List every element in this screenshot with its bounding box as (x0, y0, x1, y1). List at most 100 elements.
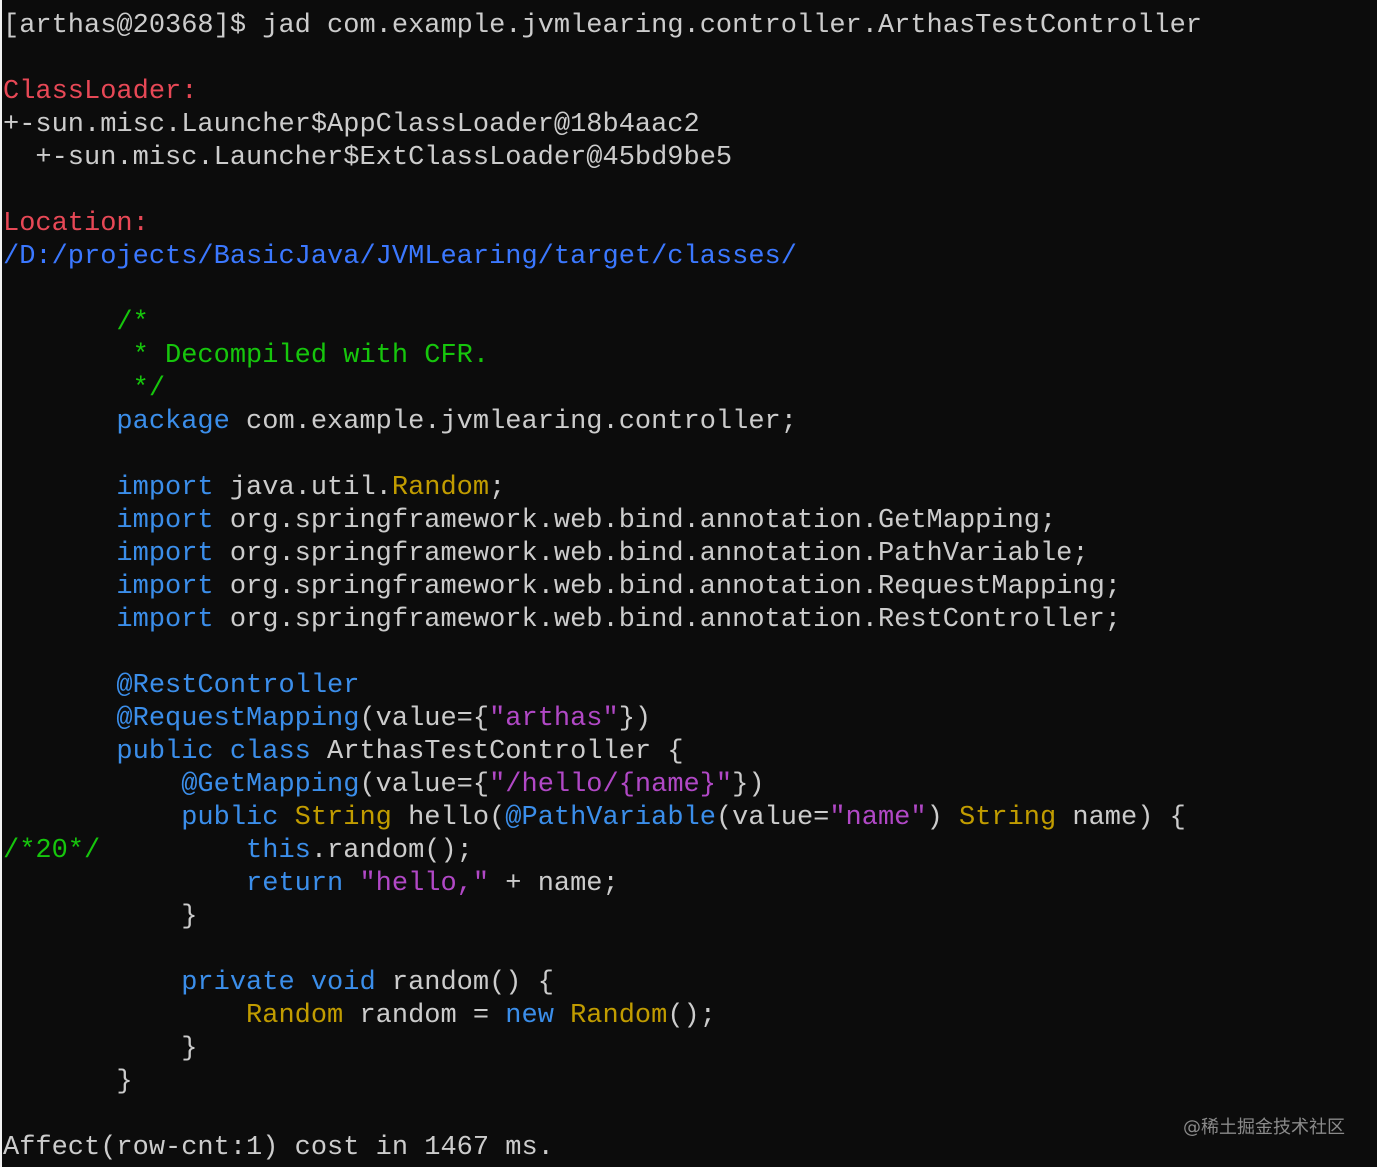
annotation-args: }) (618, 704, 652, 734)
code-import-4: import org.springframework.web.bind.anno… (0, 571, 1377, 604)
param-name: name) { (1056, 803, 1186, 833)
string-literal: "name" (829, 803, 927, 833)
keyword-public: public (181, 803, 279, 833)
classloader-label-text: ClassLoader: (3, 77, 198, 107)
prompt-prefix: [arthas@20368]$ (3, 11, 263, 41)
code-comment-close: */ (0, 373, 1377, 406)
keyword-return: return (246, 869, 344, 899)
result-text: Affect(row-cnt:1) cost in 1467 ms. (3, 1133, 554, 1163)
code-comment-open: /* (0, 307, 1377, 340)
prompt-line: [arthas@20368]$ jad com.example.jvmleari… (0, 10, 1377, 43)
method-name: hello( (391, 803, 506, 833)
string-literal: "arthas" (489, 704, 619, 734)
location-label: Location: (0, 208, 1377, 241)
variable-name: random = (343, 1001, 506, 1031)
result-line: Affect(row-cnt:1) cost in 1467 ms. (0, 1132, 1377, 1165)
code-this-random: /*20*/ this.random(); (0, 835, 1377, 868)
classloader-line-1: +-sun.misc.Launcher$AppClassLoader@18b4a… (0, 109, 1377, 142)
brace: } (116, 1067, 133, 1097)
location-path-text: /D:/projects/BasicJava/JVMLearing/target… (3, 242, 797, 272)
location-path: /D:/projects/BasicJava/JVMLearing/target… (0, 241, 1377, 274)
code-package: package com.example.jvmlearing.controlle… (0, 406, 1377, 439)
keyword-class: class (229, 737, 311, 767)
keyword-public: public (116, 737, 214, 767)
constructor-call: (); (667, 1001, 716, 1031)
brace: } (181, 902, 198, 932)
type-random: Random (570, 1001, 668, 1031)
import-path: java.util. (213, 473, 392, 503)
keyword-new: new (505, 1001, 554, 1031)
code-annotation-rest: @RestController (0, 670, 1377, 703)
annotation-args: (value={ (359, 704, 490, 734)
comment-open-text: /* (116, 308, 149, 338)
keyword-this: this (246, 836, 311, 866)
code-annotation-reqmap: @RequestMapping(value={"arthas"}) (0, 703, 1377, 736)
code-brace-close: } (0, 1033, 1377, 1066)
classloader-label: ClassLoader: (0, 76, 1377, 109)
classloader-line-2: +-sun.misc.Launcher$ExtClassLoader@45bd9… (0, 142, 1377, 175)
import-path: org.springframework.web.bind.annotation.… (213, 572, 1121, 602)
code-return: return "hello," + name; (0, 868, 1377, 901)
code-annotation-getmap: @GetMapping(value={"/hello/{name}"}) (0, 769, 1377, 802)
annotation-rest-controller: @RestController (116, 671, 360, 701)
type-string: String (294, 803, 392, 833)
terminal-window[interactable]: [arthas@20368]$ jad com.example.jvmleari… (0, 0, 1377, 1167)
code-comment-body: * Decompiled with CFR. (0, 340, 1377, 373)
code-method-random: private void random() { (0, 967, 1377, 1000)
watermark: @稀土掘金技术社区 (1183, 1117, 1345, 1138)
code-method-hello: public String hello(@PathVariable(value=… (0, 802, 1377, 835)
location-label-text: Location: (3, 209, 149, 239)
string-literal: "hello," (359, 869, 490, 899)
code-import-3: import org.springframework.web.bind.anno… (0, 538, 1377, 571)
import-path: org.springframework.web.bind.annotation.… (213, 506, 1057, 536)
code-import-5: import org.springframework.web.bind.anno… (0, 604, 1377, 637)
method-call: .random(); (310, 836, 473, 866)
method-name: random() { (375, 968, 554, 998)
semicolon: ; (489, 473, 506, 503)
annotation-get-mapping: @GetMapping (181, 770, 360, 800)
code-brace-close: } (0, 901, 1377, 934)
annotation-request-mapping: @RequestMapping (116, 704, 360, 734)
window-edge (0, 0, 2, 1167)
keyword-private: private (181, 968, 295, 998)
code-class-decl: public class ArthasTestController { (0, 736, 1377, 769)
annotation-args: }) (732, 770, 765, 800)
import-path: org.springframework.web.bind.annotation.… (213, 605, 1121, 635)
annotation-args: (value={ (359, 770, 490, 800)
return-expression: + name; (489, 869, 619, 899)
keyword-package: package (116, 407, 230, 437)
package-name: com.example.jvmlearing.controller; (229, 407, 797, 437)
command-text: jad com.example.jvmlearing.controller.Ar… (262, 11, 1203, 41)
code-brace-close-class: } (0, 1066, 1377, 1099)
classloader-line-2-text: +-sun.misc.Launcher$ExtClassLoader@45bd9… (3, 143, 733, 173)
string-literal: "/hello/{name}" (489, 770, 733, 800)
keyword-import: import (116, 572, 214, 602)
keyword-import: import (116, 473, 214, 503)
type-random: Random (246, 1001, 344, 1031)
code-import-2: import org.springframework.web.bind.anno… (0, 505, 1377, 538)
annotation-args: (value= (715, 803, 830, 833)
annotation-args: ) (926, 803, 959, 833)
keyword-void: void (310, 968, 376, 998)
comment-body-text: * Decompiled with CFR. (116, 341, 490, 371)
class-name: ArthasTestController { (310, 737, 684, 767)
code-import-1: import java.util.Random; (0, 472, 1377, 505)
classloader-line-1-text: +-sun.misc.Launcher$AppClassLoader@18b4a… (3, 110, 700, 140)
code-new-random: Random random = new Random(); (0, 1000, 1377, 1033)
import-class: Random (391, 473, 490, 503)
comment-close-text: */ (116, 374, 166, 404)
line-number-marker: /*20*/ (3, 836, 101, 866)
brace: } (181, 1034, 198, 1064)
keyword-import: import (116, 506, 214, 536)
import-path: org.springframework.web.bind.annotation.… (213, 539, 1089, 569)
keyword-import: import (116, 539, 214, 569)
annotation-path-variable: @PathVariable (505, 803, 716, 833)
keyword-import: import (116, 605, 214, 635)
